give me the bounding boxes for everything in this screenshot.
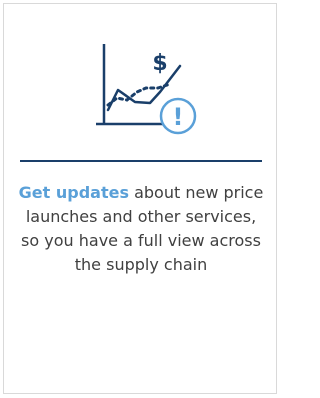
price-chart-alert-icon: $ ! <box>96 44 197 135</box>
alert-exclamation-icon: ! <box>173 103 184 131</box>
divider <box>20 160 262 162</box>
highlight-text: Get updates <box>18 183 129 202</box>
card-description: Get updates about new price launches and… <box>18 181 264 277</box>
info-card: $ ! Get updates about new price launches… <box>3 3 277 394</box>
dollar-sign-icon: $ <box>152 51 167 76</box>
